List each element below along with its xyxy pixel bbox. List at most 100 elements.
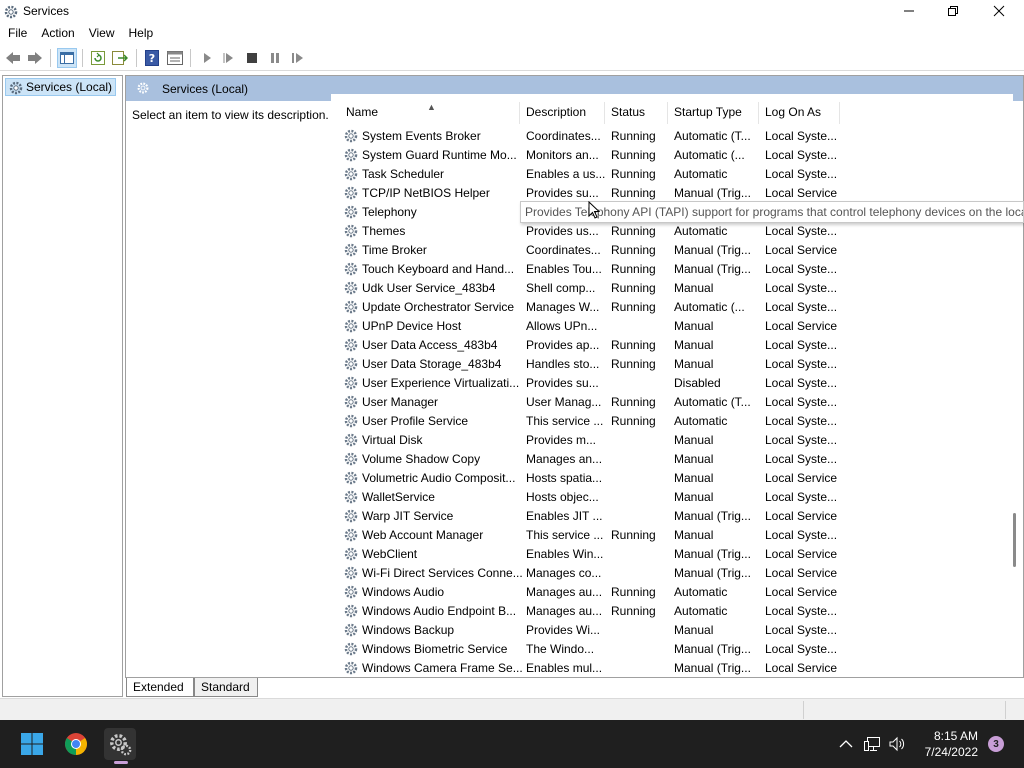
service-startup-type: Manual (Trig... <box>674 243 751 257</box>
table-row[interactable]: User Experience Virtualizati... Provides … <box>331 373 1013 392</box>
service-status: Running <box>611 148 656 162</box>
column-log-on-as[interactable]: Log On As <box>765 105 821 119</box>
service-description: Handles sto... <box>526 357 600 371</box>
service-status: Running <box>611 243 656 257</box>
menu-file[interactable]: File <box>0 24 33 44</box>
service-description: Provides us... <box>526 224 599 238</box>
service-status: Running <box>611 528 656 542</box>
service-description: Shell comp... <box>526 281 596 295</box>
stop-service-icon[interactable] <box>242 48 262 68</box>
table-row[interactable]: Time Broker Coordinates... Running Manual (… <box>331 240 1013 259</box>
table-row[interactable]: Windows Camera Frame Se... Enables mul...… <box>331 658 1013 677</box>
tab-extended[interactable]: Extended <box>126 678 194 697</box>
menu-view[interactable]: View <box>81 24 121 44</box>
table-row[interactable]: Windows Audio Manages au... Running Automat… <box>331 582 1013 601</box>
start-service-icon[interactable] <box>197 48 217 68</box>
service-log-on-as: Local Syste... <box>765 528 838 542</box>
table-row[interactable]: Windows Biometric Service The Windo... Man… <box>331 639 1013 658</box>
properties-icon[interactable] <box>165 48 185 68</box>
windows-start-icon[interactable] <box>16 728 48 760</box>
table-row[interactable]: User Data Access_483b4 Provides ap... Runn… <box>331 335 1013 354</box>
service-startup-type: Manual (Trig... <box>674 566 751 580</box>
table-row[interactable]: Windows Audio Endpoint B... Manages au...… <box>331 601 1013 620</box>
service-log-on-as: Local Syste... <box>765 490 838 504</box>
tab-standard[interactable]: Standard <box>194 678 258 697</box>
minimize-button[interactable] <box>886 0 932 22</box>
service-startup-type: Manual <box>674 281 714 295</box>
view-tabs: Extended Standard <box>126 678 426 698</box>
notification-badge[interactable]: 3 <box>988 736 1004 752</box>
service-name: Update Orchestrator Service <box>362 300 515 314</box>
table-row[interactable]: System Events Broker Coordinates... Runnin… <box>331 126 1013 145</box>
service-log-on-as: Local Syste... <box>765 129 838 143</box>
table-row[interactable]: WalletService Hosts objec... Manual Local S… <box>331 487 1013 506</box>
column-description[interactable]: Description <box>526 105 586 119</box>
service-description: Provides Wi... <box>526 623 601 637</box>
clock-time: 8:15 AM <box>933 729 978 743</box>
menu-action[interactable]: Action <box>33 24 80 44</box>
table-row[interactable]: Windows Backup Provides Wi... Manual Local … <box>331 620 1013 639</box>
column-status[interactable]: Status <box>611 105 645 119</box>
service-log-on-as: Local Syste... <box>765 376 838 390</box>
table-row[interactable]: Volumetric Audio Composit... Hosts spatia… <box>331 468 1013 487</box>
column-name[interactable]: Name <box>346 105 378 119</box>
services-app-icon[interactable] <box>104 728 136 760</box>
service-status: Running <box>611 585 656 599</box>
network-icon[interactable] <box>863 734 883 754</box>
table-row[interactable]: Themes Provides us... Running Automatic Loca… <box>331 221 1013 240</box>
system-clock[interactable]: 8:15 AM 7/24/2022 <box>906 728 978 760</box>
chrome-icon[interactable] <box>60 728 92 760</box>
services-gear-icon <box>8 80 24 99</box>
table-row[interactable]: Touch Keyboard and Hand... Enables Tou...… <box>331 259 1013 278</box>
service-status: Running <box>611 414 656 428</box>
menu-help[interactable]: Help <box>121 24 160 44</box>
start-service-alt-icon[interactable] <box>219 48 239 68</box>
restart-service-icon[interactable] <box>288 48 308 68</box>
restore-button[interactable] <box>930 0 976 22</box>
close-button[interactable] <box>976 0 1022 22</box>
column-startup-type[interactable]: Startup Type <box>674 105 742 119</box>
table-row[interactable]: User Manager User Manag... Running Automati… <box>331 392 1013 411</box>
chevron-up-icon[interactable] <box>836 734 856 754</box>
table-row[interactable]: Virtual Disk Provides m... Manual Local Sys… <box>331 430 1013 449</box>
show-hide-tree-icon[interactable] <box>57 48 77 68</box>
table-row[interactable]: WebClient Enables Win... Manual (Trig... Lo… <box>331 544 1013 563</box>
menu-bar: File Action View Help <box>0 24 1024 44</box>
table-row[interactable]: Udk User Service_483b4 Shell comp... Runni… <box>331 278 1013 297</box>
service-log-on-as: Local Syste... <box>765 357 838 371</box>
service-description: Provides su... <box>526 376 599 390</box>
service-log-on-as: Local Syste... <box>765 395 838 409</box>
pause-service-icon[interactable] <box>265 48 285 68</box>
table-row[interactable]: System Guard Runtime Mo... Monitors an...… <box>331 145 1013 164</box>
table-row[interactable]: UPnP Device Host Allows UPn... Manual Local… <box>331 316 1013 335</box>
forward-arrow-icon[interactable] <box>25 48 45 68</box>
service-description: Hosts spatia... <box>526 471 603 485</box>
service-name: User Experience Virtualizati... <box>362 376 520 390</box>
services-pane: Services (Local) Select an item to view … <box>125 75 1024 678</box>
tree-item-services-local[interactable]: Services (Local) <box>5 78 117 99</box>
volume-icon[interactable] <box>888 734 908 754</box>
table-row[interactable]: Wi-Fi Direct Services Conne... Manages co… <box>331 563 1013 582</box>
export-list-icon[interactable] <box>110 48 130 68</box>
scrollbar-thumb[interactable] <box>1013 513 1016 567</box>
refresh-icon[interactable] <box>88 48 108 68</box>
back-arrow-icon[interactable] <box>3 48 23 68</box>
table-row[interactable]: Task Scheduler Enables a us... Running Auto… <box>331 164 1013 183</box>
table-row[interactable]: Warp JIT Service Enables JIT ... Manual (T… <box>331 506 1013 525</box>
service-startup-type: Manual <box>674 623 714 637</box>
table-row[interactable]: User Profile Service This service ... Runn… <box>331 411 1013 430</box>
service-name: Windows Camera Frame Se... <box>362 661 522 675</box>
service-log-on-as: Local Service <box>765 547 838 561</box>
table-row[interactable]: Update Orchestrator Service Manages W... R… <box>331 297 1013 316</box>
service-name: User Data Storage_483b4 <box>362 357 502 371</box>
service-startup-type: Automatic (... <box>674 148 745 162</box>
table-row[interactable]: Web Account Manager This service ... Runni… <box>331 525 1013 544</box>
service-status: Running <box>611 167 656 181</box>
table-row[interactable]: TCP/IP NetBIOS Helper Provides su... Runni… <box>331 183 1013 202</box>
table-row[interactable]: User Data Storage_483b4 Handles sto... Run… <box>331 354 1013 373</box>
vertical-scrollbar[interactable] <box>1009 96 1021 676</box>
service-log-on-as: Local Syste... <box>765 452 838 466</box>
help-icon[interactable]: ? <box>142 48 162 68</box>
service-description: Enables mul... <box>526 661 603 675</box>
table-row[interactable]: Volume Shadow Copy Manages an... Manual Loc… <box>331 449 1013 468</box>
